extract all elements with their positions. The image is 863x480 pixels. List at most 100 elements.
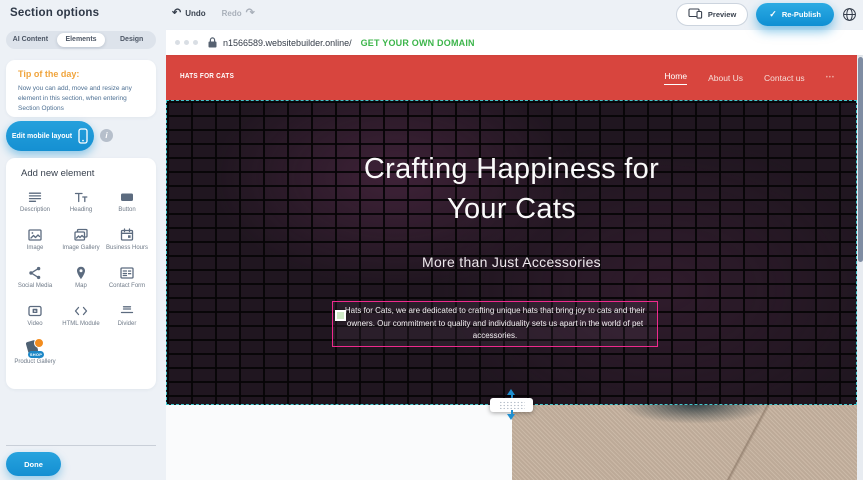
edit-mobile-layout-button[interactable]: Edit mobile layout [6, 121, 94, 151]
republish-label: Re-Publish [782, 10, 821, 19]
hero-text-element[interactable]: Hats for Cats, we are dedicated to craft… [332, 301, 658, 347]
next-section-photo [512, 405, 857, 480]
element-label: Image [27, 245, 44, 253]
preview-button[interactable]: Preview [676, 3, 748, 26]
element-label: Contact Form [109, 283, 145, 291]
shop-tag: SHOP [28, 351, 44, 358]
image-gallery-icon [73, 226, 89, 243]
social-media-icon [27, 264, 43, 281]
topbar-actions: Preview ✓ Re-Publish [676, 3, 857, 26]
check-icon: ✓ [769, 9, 777, 20]
scrollbar-thumb[interactable] [858, 57, 863, 262]
next-section-blank [166, 405, 512, 480]
website-builder-app: Section options ↶ Undo Redo ↷ Preview ✓ … [0, 0, 863, 480]
map-pin-icon [73, 264, 89, 281]
element-business-hours[interactable]: Business Hours [104, 226, 150, 264]
new-badge-icon [34, 338, 44, 348]
business-hours-icon [119, 226, 135, 243]
tab-elements[interactable]: Elements [57, 33, 106, 47]
canvas-scrollbar[interactable] [857, 55, 863, 480]
nav-more-icon[interactable]: ••• [826, 75, 835, 81]
element-video[interactable]: Video [12, 302, 58, 340]
edit-mobile-label: Edit mobile layout [12, 133, 72, 140]
lock-icon [208, 37, 217, 48]
redo-icon: ↷ [246, 8, 255, 18]
product-gallery-icon: SHOP [24, 340, 46, 357]
contact-form-icon [119, 264, 135, 281]
tip-title: Tip of the day: [18, 69, 144, 79]
page-title: Section options [10, 7, 99, 19]
element-social-media[interactable]: Social Media [12, 264, 58, 302]
nav-home[interactable]: Home [664, 71, 687, 85]
add-element-title: Add new element [21, 168, 150, 179]
element-label: Button [118, 207, 135, 215]
tab-design[interactable]: Design [107, 31, 156, 49]
preview-label: Preview [708, 10, 736, 19]
element-divider[interactable]: Divider [104, 302, 150, 340]
undo-button[interactable]: ↶ Undo [172, 8, 206, 18]
devices-icon [688, 8, 703, 21]
hero-heading-line2: Your Cats [167, 189, 856, 229]
element-image-gallery[interactable]: Image Gallery [58, 226, 104, 264]
resize-arrow-down-icon[interactable] [507, 414, 515, 420]
element-contact-form[interactable]: Contact Form [104, 264, 150, 302]
undo-icon: ↶ [172, 8, 181, 18]
heading-icon [73, 188, 89, 205]
element-label: Business Hours [106, 245, 148, 253]
element-heading[interactable]: Heading [58, 188, 104, 226]
tab-ai-content[interactable]: AI Content [6, 31, 55, 49]
sidebar: AI Content Elements Design Tip of the da… [0, 28, 166, 480]
video-icon [27, 302, 43, 319]
divider-icon [119, 302, 135, 319]
website-page: HATS FOR CATS Home About Us Contact us •… [166, 55, 857, 480]
element-label: Image Gallery [62, 245, 99, 253]
site-nav: Home About Us Contact us ••• [664, 55, 835, 100]
hero-heading-line1: Crafting Happiness for [167, 149, 856, 189]
element-button[interactable]: Button [104, 188, 150, 226]
element-label: Map [75, 283, 87, 291]
nav-about-us[interactable]: About Us [708, 73, 743, 83]
redo-button[interactable]: Redo ↷ [222, 8, 255, 18]
element-grid: Description Heading Button Image Image G… [12, 188, 150, 378]
hero-paragraph: Hats for Cats, we are dedicated to craft… [338, 305, 652, 343]
tip-body: Now you can add, move and resize any ele… [18, 84, 144, 114]
republish-button[interactable]: ✓ Re-Publish [756, 3, 834, 26]
button-icon [119, 188, 135, 205]
browser-dots-icon [175, 40, 198, 45]
browser-address-bar: n1566589.websitebuilder.online/ GET YOUR… [166, 30, 863, 55]
get-own-domain-link[interactable]: GET YOUR OWN DOMAIN [361, 38, 475, 48]
undo-redo-group: ↶ Undo Redo ↷ [172, 8, 255, 18]
site-url[interactable]: n1566589.websitebuilder.online/ [223, 38, 352, 48]
hero-heading[interactable]: Crafting Happiness for Your Cats [167, 149, 856, 229]
element-html-module[interactable]: HTML Module [58, 302, 104, 340]
language-globe-icon[interactable] [842, 7, 857, 22]
element-label: HTML Module [62, 321, 99, 329]
element-drag-handle[interactable] [335, 310, 346, 321]
element-label: Video [27, 321, 42, 329]
element-description[interactable]: Description [12, 188, 58, 226]
sidebar-footer-divider [6, 445, 156, 446]
topbar: Section options ↶ Undo Redo ↷ Preview ✓ … [0, 0, 863, 30]
site-header[interactable]: HATS FOR CATS Home About Us Contact us •… [166, 55, 857, 100]
hero-subheading[interactable]: More than Just Accessories [167, 254, 856, 270]
element-label: Description [20, 207, 50, 215]
nav-contact-us[interactable]: Contact us [764, 73, 805, 83]
element-label: Divider [118, 321, 137, 329]
image-icon [27, 226, 43, 243]
done-label: Done [24, 460, 43, 469]
tip-of-the-day-card: Tip of the day: Now you can add, move an… [6, 60, 156, 117]
mobile-phone-icon [78, 128, 88, 144]
undo-label: Undo [185, 9, 205, 18]
element-label: Social Media [18, 283, 52, 291]
element-image[interactable]: Image [12, 226, 58, 264]
info-icon[interactable]: i [100, 129, 113, 142]
site-logo[interactable]: HATS FOR CATS [180, 71, 234, 80]
hero-section-selected[interactable]: Crafting Happiness for Your Cats More th… [166, 100, 857, 405]
add-element-panel: Add new element Description Heading Butt… [6, 158, 156, 389]
element-label: Product Gallery [14, 359, 55, 367]
element-product-gallery[interactable]: SHOP Product Gallery [12, 340, 58, 378]
element-map[interactable]: Map [58, 264, 104, 302]
done-button[interactable]: Done [6, 452, 61, 476]
redo-label: Redo [222, 9, 242, 18]
grip-dots-icon [499, 401, 525, 409]
